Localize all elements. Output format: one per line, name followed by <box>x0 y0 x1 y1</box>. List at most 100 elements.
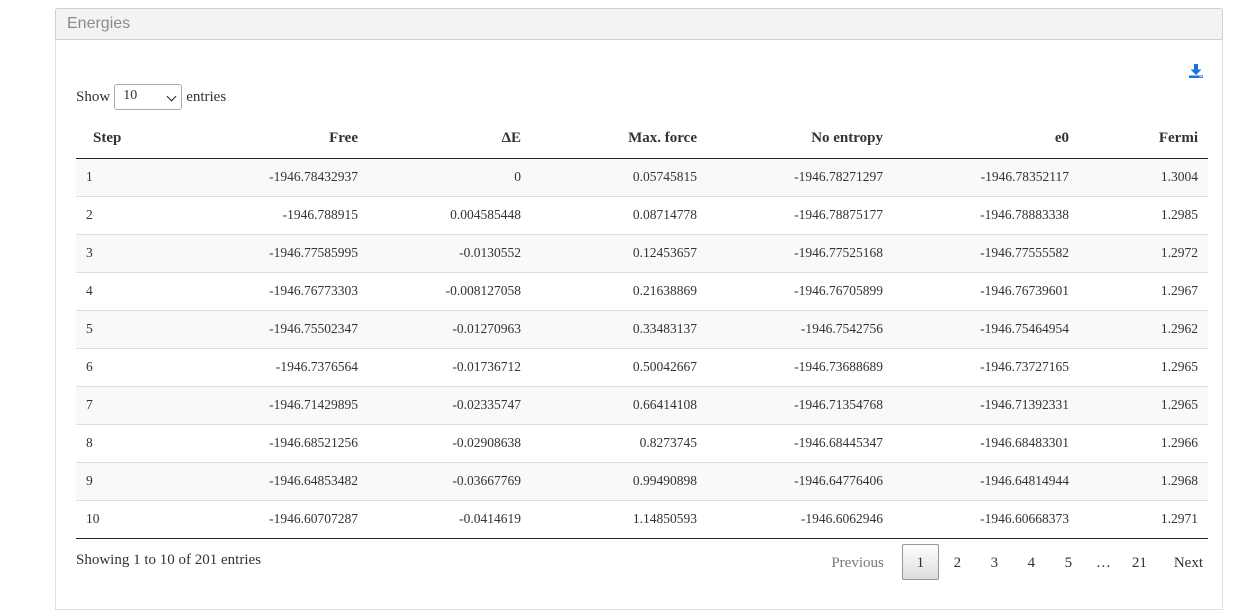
cell-e0: -1946.73727165 <box>893 347 1079 386</box>
cell-step: 8 <box>76 423 192 462</box>
cell-e0: -1946.78883338 <box>893 195 1079 234</box>
cell-no-entropy: -1946.77525168 <box>707 233 893 272</box>
page-button-2[interactable]: 2 <box>939 544 976 580</box>
entries-per-page-value: 10 <box>123 88 138 103</box>
download-icon[interactable] <box>1188 63 1204 79</box>
column-header-fermi[interactable]: Fermi <box>1079 120 1208 159</box>
cell-step: 5 <box>76 309 192 348</box>
cell-max-force: 1.14850593 <box>531 499 707 539</box>
cell-e0: -1946.75464954 <box>893 309 1079 348</box>
cell-max-force: 0.12453657 <box>531 233 707 272</box>
cell-step: 10 <box>76 499 192 539</box>
cell-fermi: 1.3004 <box>1160 169 1198 184</box>
cell-fermi: 1.2962 <box>1079 309 1208 348</box>
cell-max-force: 0.05745815 <box>632 169 697 184</box>
cell-max-force: 0.8273745 <box>531 423 707 462</box>
cell-fermi: 1.2971 <box>1079 499 1208 539</box>
cell-delta-e: -0.0414619 <box>368 499 531 539</box>
panel-heading[interactable]: Energies <box>55 8 1223 40</box>
energies-table: Step Free ΔE Max. force No entropy e0 Fe… <box>76 120 1208 539</box>
cell-max-force: 0.21638869 <box>531 271 707 310</box>
cell-free: -1946.71429895 <box>192 385 368 424</box>
page-button-last[interactable]: 21 <box>1120 544 1159 580</box>
cell-e0: -1946.77555582 <box>893 233 1079 272</box>
cell-delta-e: -0.02908638 <box>368 423 531 462</box>
cell-delta-e: 0.004585448 <box>368 195 531 234</box>
cell-free: -1946.60707287 <box>192 499 368 539</box>
cell-step: 9 <box>76 461 192 500</box>
table-info: Showing 1 to 10 of 201 entries <box>76 552 261 568</box>
pagination: Previous 1 2 3 4 5 … 21 Next <box>813 544 1218 580</box>
cell-step: 4 <box>76 271 192 310</box>
column-header-step[interactable]: Step <box>76 120 192 159</box>
cell-delta-e: -0.0130552 <box>368 233 531 272</box>
cell-step: 7 <box>76 385 192 424</box>
cell-no-entropy: -1946.76705899 <box>707 271 893 310</box>
cell-max-force: 0.50042667 <box>531 347 707 386</box>
cell-e0: -1946.68483301 <box>893 423 1079 462</box>
table-row: 10 -1946.60707287 -0.0414619 1.14850593 -194… <box>76 499 1208 539</box>
cell-delta-e: -0.01270963 <box>368 309 531 348</box>
previous-page-button[interactable]: Previous <box>813 544 902 580</box>
table-row: 4 -1946.76773303 -0.008127058 0.21638869 -19… <box>76 271 1208 310</box>
cell-free: -1946.75502347 <box>192 309 368 348</box>
column-header-no-entropy[interactable]: No entropy <box>707 120 893 159</box>
cell-step: 1 <box>86 169 93 184</box>
table-row: 2 -1946.788915 0.004585448 0.08714778 -1946.… <box>76 195 1208 234</box>
next-page-button[interactable]: Next <box>1159 544 1218 580</box>
table-row: 7 -1946.71429895 -0.02335747 0.66414108 -194… <box>76 385 1208 424</box>
cell-step: 6 <box>76 347 192 386</box>
chevron-down-icon <box>166 91 177 102</box>
cell-e0: -1946.76739601 <box>893 271 1079 310</box>
column-header-e0[interactable]: e0 <box>893 120 1079 159</box>
column-header-max-force[interactable]: Max. force <box>531 120 707 159</box>
cell-no-entropy: -1946.78875177 <box>707 195 893 234</box>
cell-fermi: 1.2985 <box>1079 195 1208 234</box>
cell-free: -1946.76773303 <box>192 271 368 310</box>
column-header-free[interactable]: Free <box>192 120 368 159</box>
cell-fermi: 1.2965 <box>1079 347 1208 386</box>
cell-no-entropy: -1946.71354768 <box>707 385 893 424</box>
cell-free: -1946.68521256 <box>192 423 368 462</box>
cell-e0: -1946.64814944 <box>893 461 1079 500</box>
table-row: 9 -1946.64853482 -0.03667769 0.99490898 -194… <box>76 461 1208 500</box>
entries-per-page-select[interactable]: 10 <box>114 84 183 110</box>
cell-max-force: 0.99490898 <box>531 461 707 500</box>
cell-fermi: 1.2965 <box>1079 385 1208 424</box>
cell-max-force: 0.08714778 <box>531 195 707 234</box>
cell-fermi: 1.2968 <box>1079 461 1208 500</box>
entries-length-control: Show 10 entries <box>76 84 226 110</box>
table-row: 1 -1946.78432937 0 0.05745815 -1946.78271297… <box>76 158 1208 196</box>
cell-step: 2 <box>76 195 192 234</box>
page-button-4[interactable]: 4 <box>1013 544 1050 580</box>
cell-free: -1946.788915 <box>192 195 368 234</box>
cell-e0: -1946.78352117 <box>980 169 1069 184</box>
cell-max-force: 0.33483137 <box>531 309 707 348</box>
cell-delta-e: -0.02335747 <box>368 385 531 424</box>
cell-no-entropy: -1946.6062946 <box>707 499 893 539</box>
page-button-1[interactable]: 1 <box>901 544 939 580</box>
table-row: 8 -1946.68521256 -0.02908638 0.8273745 -1946… <box>76 423 1208 462</box>
cell-delta-e: -0.03667769 <box>368 461 531 500</box>
show-label: Show <box>76 88 111 105</box>
cell-e0: -1946.60668373 <box>893 499 1079 539</box>
page-button-3[interactable]: 3 <box>976 544 1013 580</box>
cell-no-entropy: -1946.73688689 <box>707 347 893 386</box>
cell-fermi: 1.2967 <box>1079 271 1208 310</box>
cell-max-force: 0.66414108 <box>531 385 707 424</box>
cell-fermi: 1.2972 <box>1079 233 1208 272</box>
cell-free: -1946.78432937 <box>269 169 358 184</box>
cell-no-entropy: -1946.7542756 <box>707 309 893 348</box>
cell-free: -1946.64853482 <box>192 461 368 500</box>
table-row: 3 -1946.77585995 -0.0130552 0.12453657 -1946… <box>76 233 1208 272</box>
cell-no-entropy: -1946.68445347 <box>707 423 893 462</box>
table-header-row: Step Free ΔE Max. force No entropy e0 Fe… <box>76 120 1208 159</box>
page-button-5[interactable]: 5 <box>1050 544 1087 580</box>
cell-e0: -1946.71392331 <box>893 385 1079 424</box>
panel-title: Energies <box>67 15 131 32</box>
table-row: 6 -1946.7376564 -0.01736712 0.50042667 -1946… <box>76 347 1208 386</box>
cell-delta-e: -0.008127058 <box>368 271 531 310</box>
cell-delta-e: 0 <box>514 169 521 184</box>
column-header-delta-e[interactable]: ΔE <box>368 120 531 159</box>
cell-no-entropy: -1946.64776406 <box>707 461 893 500</box>
